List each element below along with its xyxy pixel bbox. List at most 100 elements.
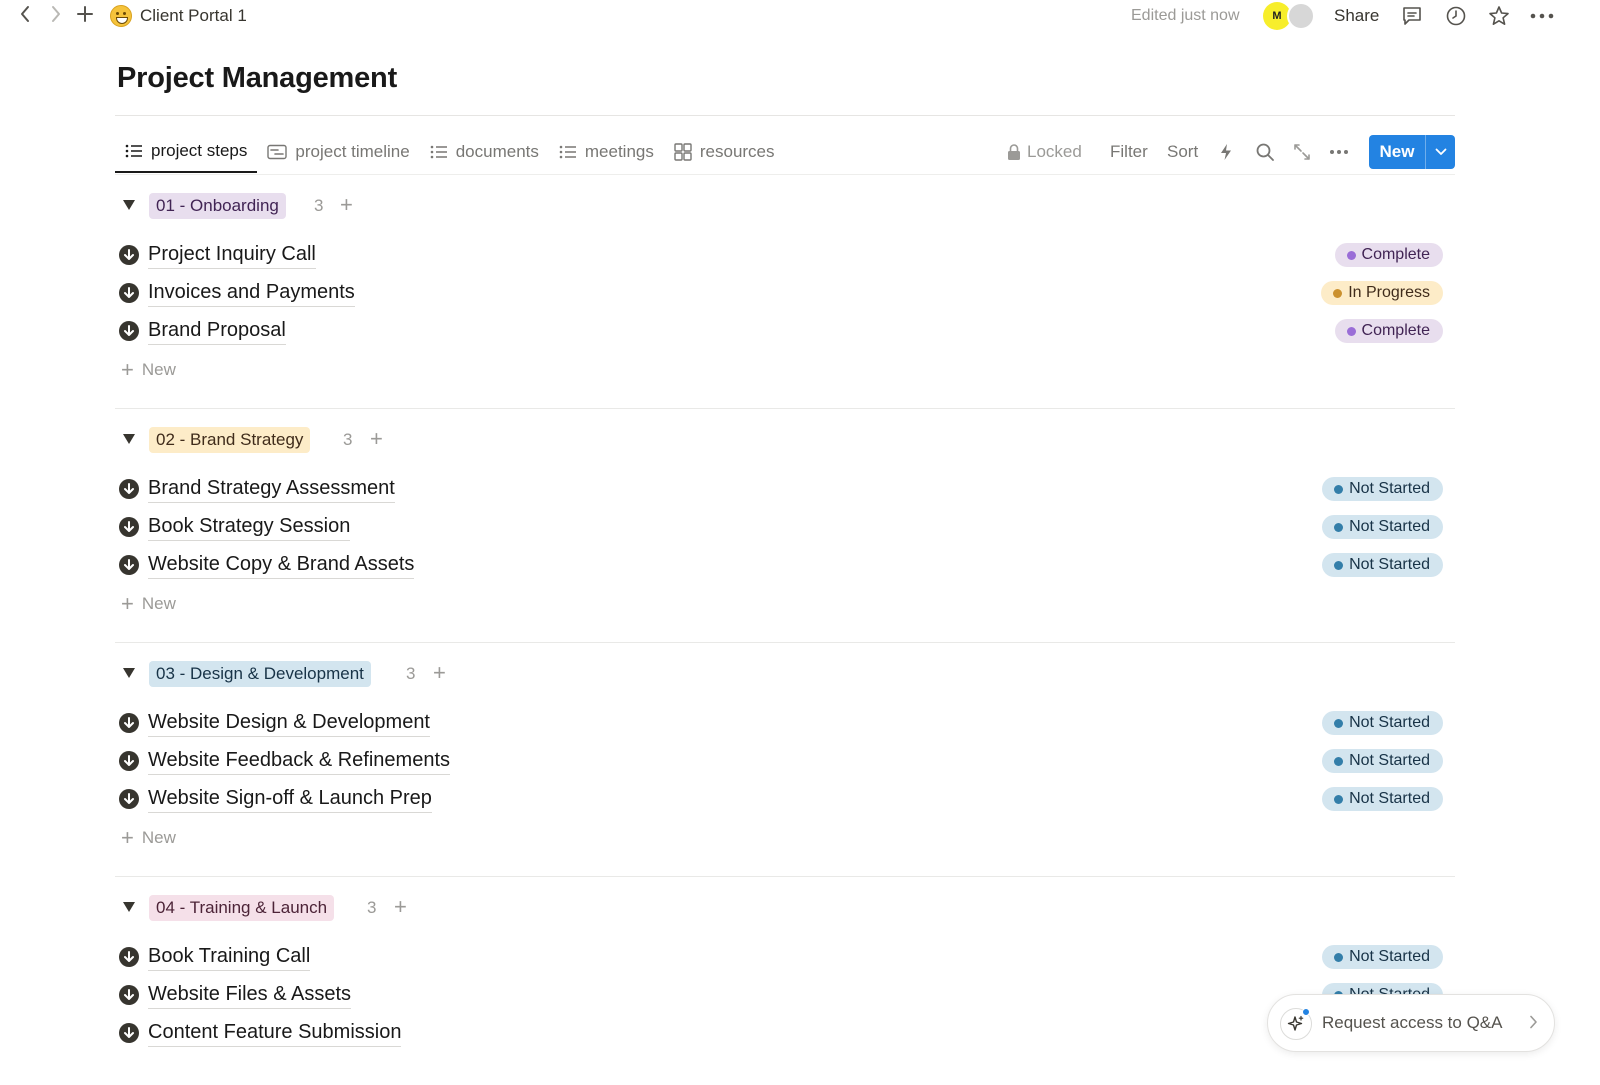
collaborator-avatars[interactable]: M xyxy=(1263,0,1317,32)
arrow-down-circle-icon xyxy=(119,789,139,809)
add-page-icon[interactable] xyxy=(74,0,96,28)
history-clock-icon[interactable] xyxy=(1442,0,1470,32)
row-title[interactable]: Book Training Call xyxy=(148,945,311,971)
tab-label: meetings xyxy=(584,142,654,161)
tab-meetings[interactable]: meetings xyxy=(549,131,664,173)
table-row[interactable]: Brand Proposal Complete xyxy=(115,313,1455,349)
new-button-label[interactable]: New xyxy=(1369,142,1425,162)
plus-icon: + xyxy=(121,357,134,382)
collapse-caret-icon[interactable] xyxy=(123,902,135,912)
list-icon xyxy=(125,144,142,158)
add-new-label: New xyxy=(141,594,176,613)
row-title[interactable]: Website Design & Development xyxy=(148,711,430,737)
status-badge[interactable]: Not Started xyxy=(1322,711,1443,735)
add-new-row-button[interactable]: + New xyxy=(121,826,176,850)
table-row[interactable]: Invoices and Payments In Progress xyxy=(115,275,1455,311)
group-add-icon[interactable]: + xyxy=(340,194,353,216)
filter-button[interactable]: Filter xyxy=(1110,134,1148,170)
add-new-row-button[interactable]: + New xyxy=(121,592,176,616)
table-row[interactable]: Website Sign-off & Launch Prep Not Start… xyxy=(115,781,1455,817)
row-title[interactable]: Brand Proposal xyxy=(148,319,286,345)
tab-resources[interactable]: resources xyxy=(664,131,785,173)
group-tag[interactable]: 01 - Onboarding xyxy=(149,193,286,219)
group-add-icon[interactable]: + xyxy=(433,662,446,684)
tab-label: project timeline xyxy=(295,142,410,161)
add-new-label: New xyxy=(141,360,176,379)
status-dot xyxy=(1334,718,1344,728)
lock-icon xyxy=(1008,144,1020,160)
row-title[interactable]: Website Feedback & Refinements xyxy=(148,749,451,775)
row-title[interactable]: Brand Strategy Assessment xyxy=(148,477,395,503)
table-row[interactable]: Website Copy & Brand Assets Not Started xyxy=(115,547,1455,583)
row-title[interactable]: Invoices and Payments xyxy=(148,281,355,307)
locked-indicator[interactable]: Locked xyxy=(1007,134,1082,170)
table-row[interactable]: Website Files & Assets Not Started xyxy=(115,977,1455,1013)
status-badge[interactable]: Not Started xyxy=(1322,553,1443,577)
search-icon[interactable] xyxy=(1255,134,1275,170)
table-row[interactable]: Book Training Call Not Started xyxy=(115,939,1455,975)
sparkle-ai-icon xyxy=(1280,1008,1312,1040)
back-icon[interactable] xyxy=(14,0,36,28)
share-button[interactable]: Share xyxy=(1334,0,1379,32)
divider xyxy=(115,174,1455,175)
row-title[interactable]: Website Copy & Brand Assets xyxy=(148,553,415,579)
status-label: Not Started xyxy=(1349,790,1430,807)
group-tag[interactable]: 04 - Training & Launch xyxy=(149,895,335,921)
group-tag[interactable]: 03 - Design & Development xyxy=(149,661,371,687)
forward-icon[interactable] xyxy=(45,0,67,28)
table-row[interactable]: Brand Strategy Assessment Not Started xyxy=(115,471,1455,507)
status-label: Not Started xyxy=(1349,752,1430,769)
tab-documents[interactable]: documents xyxy=(420,131,549,173)
sort-button[interactable]: Sort xyxy=(1167,134,1198,170)
status-badge[interactable]: Complete xyxy=(1334,243,1443,267)
status-badge[interactable]: In Progress xyxy=(1321,281,1443,305)
status-badge[interactable]: Complete xyxy=(1334,319,1443,343)
status-dot xyxy=(1346,250,1356,260)
collapse-caret-icon[interactable] xyxy=(123,200,135,210)
divider xyxy=(115,642,1455,643)
collapse-caret-icon[interactable] xyxy=(123,668,135,678)
arrow-down-circle-icon xyxy=(119,555,139,575)
request-qa-access-button[interactable]: Request access to Q&A xyxy=(1267,994,1555,1052)
locked-label: Locked xyxy=(1027,142,1082,161)
tab-project-steps[interactable]: project steps xyxy=(115,131,258,173)
expand-arrows-icon[interactable] xyxy=(1293,134,1311,170)
chevron-down-icon[interactable] xyxy=(1426,148,1455,156)
more-options-icon[interactable] xyxy=(1528,0,1556,32)
table-row[interactable]: Book Strategy Session Not Started xyxy=(115,509,1455,545)
status-badge[interactable]: Not Started xyxy=(1322,945,1443,969)
row-title[interactable]: Content Feature Submission xyxy=(148,1021,402,1047)
status-label: Not Started xyxy=(1349,556,1430,573)
favorite-star-icon[interactable] xyxy=(1485,0,1513,32)
status-badge[interactable]: Not Started xyxy=(1322,787,1443,811)
status-badge[interactable]: Not Started xyxy=(1322,749,1443,773)
automation-lightning-icon[interactable] xyxy=(1219,134,1233,170)
table-row[interactable]: Website Feedback & Refinements Not Start… xyxy=(115,743,1455,779)
group-add-icon[interactable]: + xyxy=(394,896,407,918)
arrow-down-circle-icon xyxy=(119,479,139,499)
row-title[interactable]: Website Sign-off & Launch Prep xyxy=(148,787,432,813)
group-count: 3 xyxy=(367,898,377,917)
status-label: Complete xyxy=(1361,322,1430,339)
plus-icon: + xyxy=(121,825,134,850)
group-tag[interactable]: 02 - Brand Strategy xyxy=(149,427,311,453)
plus-icon: + xyxy=(121,591,134,616)
tab-project-timeline[interactable]: project timeline xyxy=(257,131,419,173)
collapse-caret-icon[interactable] xyxy=(123,434,135,444)
row-title[interactable]: Website Files & Assets xyxy=(148,983,352,1009)
add-new-row-button[interactable]: + New xyxy=(121,358,176,382)
arrow-down-circle-icon xyxy=(119,245,139,265)
table-row[interactable]: Project Inquiry Call Complete xyxy=(115,237,1455,273)
status-badge[interactable]: Not Started xyxy=(1322,515,1443,539)
group-add-icon[interactable]: + xyxy=(370,428,383,450)
status-label: Not Started xyxy=(1349,948,1430,965)
comments-icon[interactable] xyxy=(1398,0,1426,32)
view-more-icon[interactable] xyxy=(1329,134,1349,170)
page-title[interactable]: Project Management xyxy=(117,62,397,95)
table-row[interactable]: Website Design & Development Not Started xyxy=(115,705,1455,741)
breadcrumb[interactable]: Client Portal 1 xyxy=(110,0,247,32)
row-title[interactable]: Book Strategy Session xyxy=(148,515,351,541)
table-row[interactable]: Content Feature Submission xyxy=(115,1015,1455,1051)
row-title[interactable]: Project Inquiry Call xyxy=(148,243,316,269)
status-badge[interactable]: Not Started xyxy=(1322,477,1443,501)
